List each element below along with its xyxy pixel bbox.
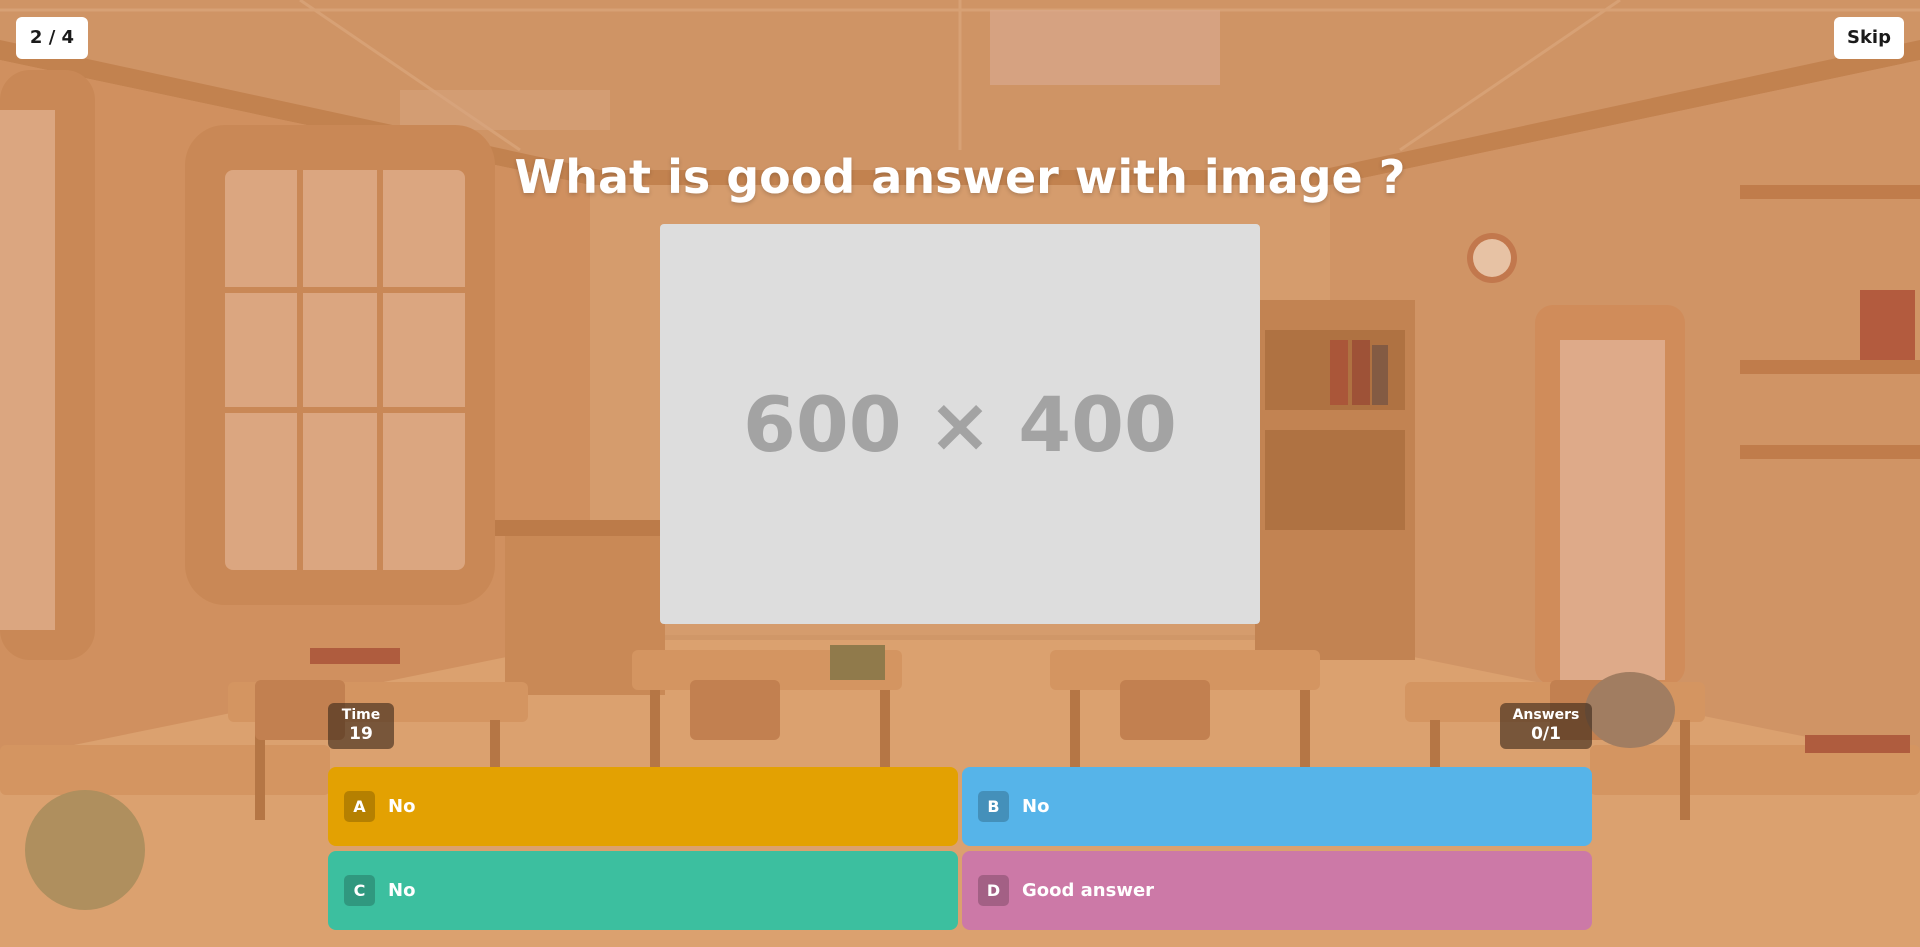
- skip-button[interactable]: Skip: [1834, 17, 1904, 59]
- question-image: 600 × 400: [660, 224, 1260, 624]
- answer-letter-badge: C: [344, 875, 375, 906]
- answer-option-c[interactable]: C No: [328, 851, 958, 930]
- time-label: Time: [341, 707, 381, 723]
- answer-letter-badge: D: [978, 875, 1009, 906]
- answer-text: No: [1022, 796, 1050, 817]
- time-stat: Time 19: [328, 703, 394, 749]
- question-title: What is good answer with image ?: [514, 150, 1406, 204]
- answers-label: Answers: [1512, 707, 1580, 723]
- answer-option-a[interactable]: A No: [328, 767, 958, 846]
- answer-text: No: [388, 796, 416, 817]
- question-progress-counter: 2 / 4: [16, 17, 88, 59]
- answers-stat: Answers 0/1: [1500, 703, 1592, 749]
- answer-options: A No B No C No D Good answer: [328, 767, 1592, 930]
- answer-letter-badge: B: [978, 791, 1009, 822]
- answer-option-d[interactable]: D Good answer: [962, 851, 1592, 930]
- answers-value: 0/1: [1531, 724, 1561, 744]
- answer-text: No: [388, 880, 416, 901]
- answer-letter-badge: A: [344, 791, 375, 822]
- answer-text: Good answer: [1022, 880, 1155, 901]
- answer-option-b[interactable]: B No: [962, 767, 1592, 846]
- image-placeholder-label: 600 × 400: [743, 379, 1177, 469]
- time-value: 19: [349, 724, 373, 744]
